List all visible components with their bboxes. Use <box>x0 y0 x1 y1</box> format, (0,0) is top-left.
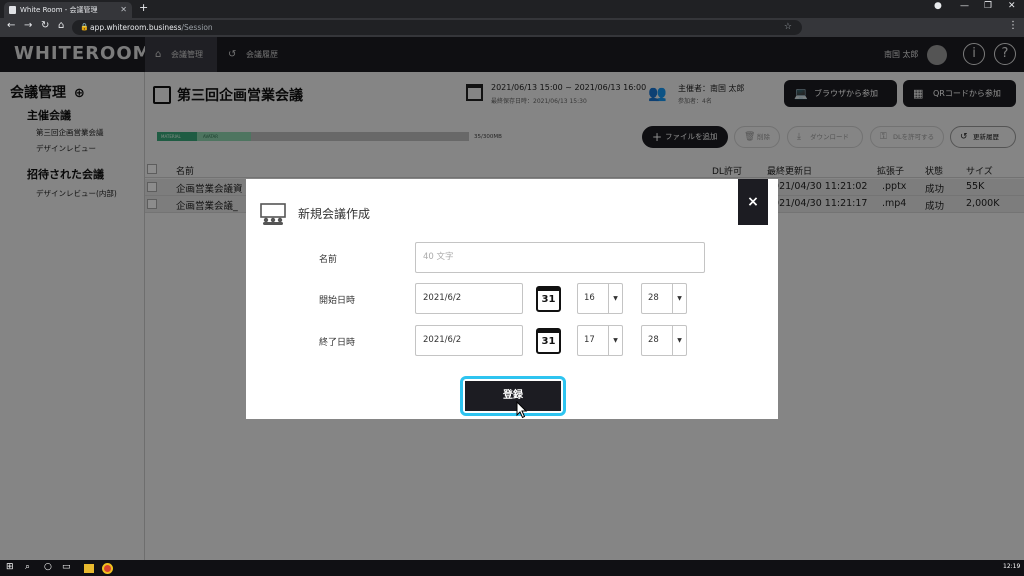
dialog-title: 新規会議作成 <box>298 207 371 221</box>
start-hour-select[interactable]: 16 ▼ <box>577 283 623 314</box>
new-meeting-dialog: 新規会議作成 × 名前 40 文字 開始日時 2021/6/2 31 16 ▼ … <box>246 179 778 419</box>
end-hour-select[interactable]: 17 ▼ <box>577 325 623 356</box>
menu-icon[interactable]: ⋮ <box>1008 20 1018 31</box>
name-label: 名前 <box>319 255 338 265</box>
name-input[interactable]: 40 文字 <box>415 242 705 273</box>
address-bar[interactable]: 🔒 app.whiteroom.business/Session ☆ <box>72 20 802 35</box>
minimize-button[interactable]: — <box>960 1 969 11</box>
end-date-input[interactable]: 2021/6/2 <box>415 325 523 356</box>
reload-button[interactable]: ↻ <box>41 20 49 31</box>
chevron-down-icon: ▼ <box>672 284 686 313</box>
forward-button[interactable]: → <box>24 20 32 31</box>
cortana-icon[interactable]: ○ <box>44 562 52 572</box>
end-minute-value: 28 <box>648 335 659 345</box>
home-button[interactable]: ⌂ <box>58 20 64 31</box>
new-tab-button[interactable]: + <box>139 1 148 14</box>
page-icon <box>9 6 16 14</box>
url-path: /Session <box>181 23 213 32</box>
browser-tabbar: White Room - 会議管理 ✕ + ● — ❐ ✕ <box>0 0 1024 18</box>
end-label: 終了日時 <box>319 338 356 348</box>
start-hour-value: 16 <box>584 293 595 303</box>
profile-icon[interactable]: ● <box>934 1 942 11</box>
chevron-down-icon: ▼ <box>672 326 686 355</box>
task-view-icon[interactable]: ▭ <box>62 562 71 572</box>
start-minute-value: 28 <box>648 293 659 303</box>
window-close-button[interactable]: ✕ <box>1008 1 1016 11</box>
restore-button[interactable]: ❐ <box>984 1 992 11</box>
mouse-pointer-icon <box>516 401 528 419</box>
register-button[interactable]: 登録 <box>465 381 561 411</box>
close-icon[interactable]: ✕ <box>120 2 127 18</box>
start-minute-select[interactable]: 28 ▼ <box>641 283 687 314</box>
windows-start-icon[interactable]: ⊞ <box>6 562 14 572</box>
lock-icon: 🔒 <box>80 23 89 31</box>
start-calendar-icon[interactable]: 31 <box>536 286 561 312</box>
clock: 12:19 <box>1003 563 1021 570</box>
end-minute-select[interactable]: 28 ▼ <box>641 325 687 356</box>
meeting-room-icon <box>260 203 286 225</box>
end-calendar-icon[interactable]: 31 <box>536 328 561 354</box>
close-button[interactable]: × <box>738 179 768 225</box>
chrome-icon[interactable] <box>102 563 113 574</box>
back-button[interactable]: ← <box>7 20 15 31</box>
search-icon[interactable]: ⌕ <box>25 562 30 572</box>
browser-tab[interactable]: White Room - 会議管理 ✕ <box>4 2 132 18</box>
start-label: 開始日時 <box>319 296 356 306</box>
taskbar: ⊞ ⌕ ○ ▭ 12:19 <box>0 560 1024 576</box>
file-explorer-icon[interactable] <box>84 564 94 573</box>
chevron-down-icon: ▼ <box>608 284 622 313</box>
browser-toolbar: ← → ↻ ⌂ 🔒 app.whiteroom.business/Session… <box>0 18 1024 37</box>
end-hour-value: 17 <box>584 335 595 345</box>
tab-title: White Room - 会議管理 <box>20 6 98 14</box>
url-host: app.whiteroom.business <box>90 23 182 32</box>
start-date-input[interactable]: 2021/6/2 <box>415 283 523 314</box>
chevron-down-icon: ▼ <box>608 326 622 355</box>
bookmark-star-icon[interactable]: ☆ <box>784 20 792 35</box>
